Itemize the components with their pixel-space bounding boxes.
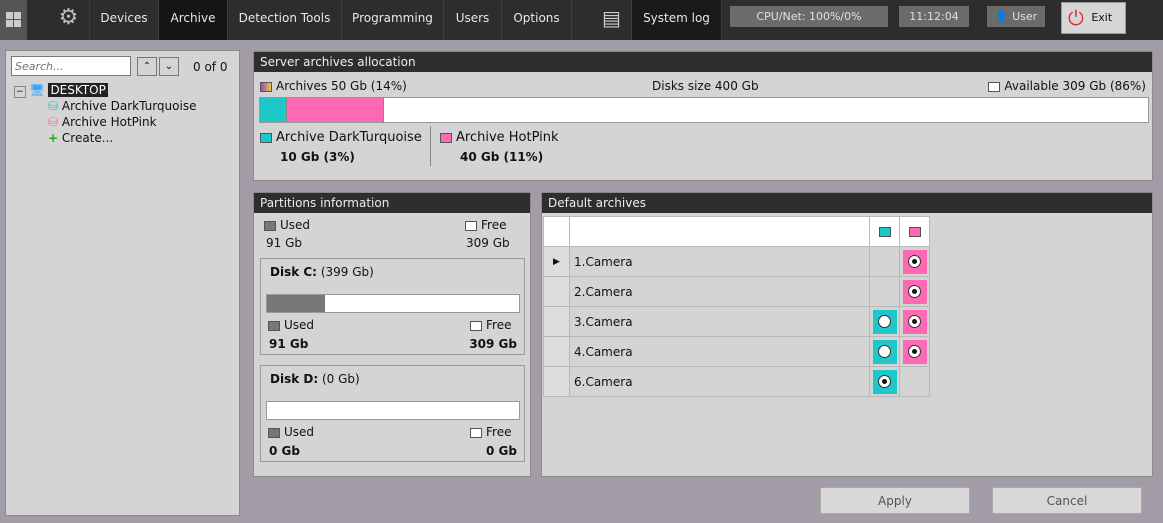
- tree-root[interactable]: − 🖥 DESKTOP: [14, 82, 108, 98]
- apply-button[interactable]: Apply: [820, 487, 970, 514]
- tab-devices[interactable]: Devices: [90, 0, 159, 40]
- add-icon: +: [48, 131, 59, 145]
- tree-panel: ⌃ ⌄ 0 of 0 − 🖥 DESKTOP ⛁ Archive DarkTur…: [5, 50, 240, 516]
- disk-card: Disk D: (0 Gb) Used 0 Gb Free 0 Gb: [260, 365, 525, 462]
- top-bar: ⚙ Devices Archive Detection Tools Progra…: [0, 0, 1163, 40]
- default-archive-radio[interactable]: [872, 309, 897, 334]
- disk-name: Disk D:: [270, 372, 319, 386]
- table-row[interactable]: 4.Camera: [543, 336, 930, 367]
- used-label: Used: [280, 218, 311, 232]
- disk-name: Disk C:: [270, 265, 317, 279]
- disks-size: Disks size 400 Gb: [652, 79, 759, 93]
- tab-programming[interactable]: Programming: [342, 0, 444, 40]
- archives-swatch: [260, 81, 272, 92]
- table-row[interactable]: 2.Camera: [543, 276, 930, 307]
- table-row[interactable]: 6.Camera: [543, 366, 930, 397]
- turquoise-size: 10 Gb (3%): [280, 150, 355, 164]
- exit-button[interactable]: ⏻ Exit: [1061, 2, 1126, 34]
- camera-name: 1.Camera: [569, 246, 870, 277]
- clock: 11:12:04: [899, 6, 969, 27]
- disk-used-label: Used: [284, 318, 315, 332]
- tab-detection-tools[interactable]: Detection Tools: [228, 0, 342, 40]
- tree-item-archive-hotpink[interactable]: ⛁ Archive HotPink: [48, 114, 157, 130]
- free-value: 309 Gb: [466, 236, 510, 250]
- camera-name: 4.Camera: [569, 336, 870, 367]
- tab-users[interactable]: Users: [444, 0, 502, 40]
- tab-options[interactable]: Options: [502, 0, 572, 40]
- camera-name: 6.Camera: [569, 366, 870, 397]
- default-archives-panel: Default archives ▶ 1.Camera 2.Camera 3.Came…: [541, 192, 1153, 477]
- collapse-icon[interactable]: −: [14, 86, 26, 98]
- power-icon: ⏻: [1068, 6, 1084, 30]
- partitions-title: Partitions information: [254, 193, 530, 213]
- disk-free-value: 0 Gb: [486, 444, 517, 458]
- hotpink-size: 40 Gb (11%): [460, 150, 544, 164]
- allocation-segment: [286, 98, 385, 122]
- used-value: 91 Gb: [266, 236, 302, 250]
- default-archive-radio[interactable]: [902, 339, 927, 364]
- archive-icon: ⛁: [48, 115, 59, 129]
- gear-icon[interactable]: ⚙: [48, 0, 90, 40]
- disk-free-value: 309 Gb: [469, 337, 517, 351]
- tree-item-create[interactable]: + Create...: [48, 130, 113, 146]
- search-count: 0 of 0: [193, 60, 228, 74]
- default-archive-radio[interactable]: [872, 369, 897, 394]
- table-row[interactable]: ▶ 1.Camera: [543, 246, 930, 277]
- default-archive-radio[interactable]: [872, 339, 897, 364]
- windows-icon[interactable]: [0, 0, 27, 40]
- search-input[interactable]: [11, 56, 131, 76]
- allocation-bar: [259, 97, 1149, 123]
- computer-icon: 🖥: [29, 83, 45, 97]
- archives-total: Archives 50 Gb (14%): [276, 79, 407, 93]
- disk-size: (399 Gb): [320, 265, 374, 279]
- allocation-title: Server archives allocation: [254, 52, 1152, 72]
- disk-used-label: Used: [284, 425, 315, 439]
- disk-usage-bar: [266, 401, 520, 420]
- turquoise-column-icon: [878, 227, 891, 237]
- archive-icon: ⛁: [48, 99, 59, 113]
- turquoise-swatch: [260, 132, 272, 143]
- table-row[interactable]: 3.Camera: [543, 306, 930, 337]
- user-button[interactable]: 👤 User: [987, 6, 1045, 27]
- disk-used-value: 91 Gb: [269, 337, 309, 351]
- disk-usage-bar: [266, 294, 520, 313]
- available-swatch: [988, 81, 1001, 92]
- tree-item-archive-darkturquoise[interactable]: ⛁ Archive DarkTurquoise: [48, 98, 196, 114]
- default-archive-radio[interactable]: [902, 249, 927, 274]
- allocation-panel: Server archives allocation Archives 50 G…: [253, 51, 1153, 181]
- cpu-net-status: CPU/Net: 100%/0%: [730, 6, 888, 27]
- prev-result-button[interactable]: ⌃: [137, 57, 157, 76]
- default-archives-title: Default archives: [542, 193, 1152, 213]
- camera-name: 3.Camera: [569, 306, 870, 337]
- available-total: Available 309 Gb (86%): [1004, 79, 1146, 93]
- disk-free-label: Free: [486, 425, 512, 439]
- system-log-button[interactable]: System log: [632, 0, 722, 40]
- disk-size: (0 Gb): [321, 372, 360, 386]
- disk-free-label: Free: [486, 318, 512, 332]
- partitions-panel: Partitions information Used 91 Gb Free 3…: [253, 192, 531, 477]
- disk-used-value: 0 Gb: [269, 444, 300, 458]
- camera-name: 2.Camera: [569, 276, 870, 307]
- next-result-button[interactable]: ⌄: [159, 57, 179, 76]
- allocation-segment: [260, 98, 287, 122]
- user-icon: 👤: [994, 10, 1009, 23]
- hotpink-column-icon: [908, 227, 921, 237]
- default-archive-radio[interactable]: [902, 279, 927, 304]
- default-archives-table: ▶ 1.Camera 2.Camera 3.Camera 4.Camera 6.Camer…: [543, 216, 930, 397]
- tab-archive[interactable]: Archive: [159, 0, 228, 40]
- cancel-button[interactable]: Cancel: [992, 487, 1142, 514]
- disk-card: Disk C: (399 Gb) Used 91 Gb Free 309 Gb: [260, 258, 525, 355]
- free-label: Free: [481, 218, 507, 232]
- hotpink-swatch: [440, 132, 452, 143]
- system-log-icon[interactable]: ▤: [592, 0, 632, 40]
- current-row-icon: ▶: [553, 256, 560, 267]
- default-archive-radio[interactable]: [902, 309, 927, 334]
